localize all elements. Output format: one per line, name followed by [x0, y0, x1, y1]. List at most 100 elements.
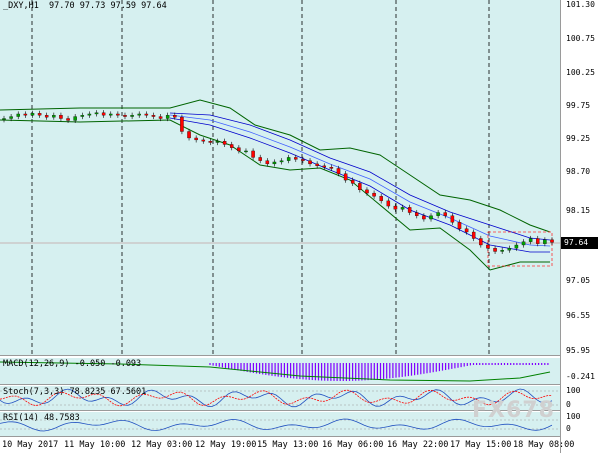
- candle-body: [23, 113, 28, 116]
- time-label: 17 May 15:00: [450, 440, 512, 450]
- candle-body: [521, 241, 526, 246]
- price-tick: 99.75: [566, 101, 591, 110]
- candle-body: [66, 118, 70, 121]
- candle-body: [322, 165, 327, 168]
- candle-body: [208, 141, 213, 143]
- candle-body: [158, 116, 163, 119]
- candle-body: [279, 160, 284, 163]
- time-label: 12 May 03:00: [131, 440, 193, 450]
- candle-body: [52, 115, 56, 118]
- stoch-scale-bottom: 0: [566, 400, 571, 409]
- candle-body: [386, 200, 391, 207]
- time-label: 16 May 22:00: [387, 440, 449, 450]
- candle-body: [336, 168, 341, 174]
- candle-body: [87, 113, 92, 116]
- candle-body: [123, 115, 127, 117]
- time-label: 15 May 13:00: [257, 440, 319, 450]
- candle-body: [194, 137, 198, 141]
- candle-body: [144, 113, 149, 116]
- candle-body: [59, 115, 63, 119]
- candle-body: [30, 113, 35, 116]
- candle-body: [422, 215, 426, 220]
- candle-body: [16, 113, 20, 117]
- stoch-label: Stoch(7,3,3) 78.8235 67.5601: [3, 387, 147, 397]
- candle-body: [294, 157, 298, 160]
- candle-body: [201, 139, 206, 142]
- price-chart-pane[interactable]: _DXY,H1 97.70 97.73 97.59 97.64: [0, 0, 560, 356]
- candle-body: [393, 205, 398, 210]
- candle-body: [315, 163, 319, 167]
- price-box-upper: [487, 231, 553, 267]
- candle-body: [528, 238, 533, 242]
- fx678-watermark: FX678: [472, 398, 555, 423]
- candle-body: [251, 150, 255, 158]
- rsi-scale-bottom: 0: [566, 424, 571, 433]
- candle-body: [407, 207, 412, 213]
- candle-body: [73, 116, 77, 121]
- price-tick: 101.30: [566, 0, 595, 9]
- candle-body: [237, 147, 241, 152]
- stoch-scale-top: 100: [566, 386, 581, 395]
- candle-body: [130, 115, 134, 117]
- candle-body: [343, 173, 348, 181]
- candle-body: [137, 113, 141, 116]
- candle-body: [80, 115, 85, 117]
- candle-body: [329, 166, 334, 169]
- candle-body: [286, 157, 291, 161]
- macd-label: MACD(12,26,9) -0.050 -0.093: [3, 359, 142, 369]
- candle-body: [471, 231, 476, 239]
- vertical-grid: [31, 0, 490, 355]
- rsi-label: RSI(14) 48.7583: [3, 413, 80, 423]
- trading-terminal: _DXY,H1 97.70 97.73 97.59 97.64 MACD(12,…: [0, 0, 599, 453]
- candle-body: [151, 115, 156, 117]
- candle-body: [187, 131, 191, 139]
- candle-body: [2, 118, 6, 120]
- candle-body: [493, 248, 497, 252]
- macd-pane[interactable]: MACD(12,26,9) -0.050 -0.093: [0, 358, 560, 385]
- candle-body: [479, 238, 483, 246]
- candle-body: [265, 160, 270, 165]
- candle-body: [258, 157, 262, 161]
- candle-body: [350, 179, 355, 184]
- candle-body: [180, 117, 184, 132]
- time-label: 18 May 08:00: [513, 440, 575, 450]
- candle-body: [165, 115, 170, 119]
- time-label: 11 May 10:00: [64, 440, 126, 450]
- candle-body: [415, 212, 419, 216]
- price-tick: 99.25: [566, 134, 591, 143]
- symbol-label: _DXY,H1 97.70 97.73 97.59 97.64: [3, 1, 167, 11]
- candle-body: [44, 115, 49, 118]
- candle-body: [486, 244, 490, 249]
- candle-body: [464, 228, 469, 233]
- candle-body: [400, 207, 405, 210]
- candle-body: [379, 196, 383, 202]
- candle-body: [94, 112, 99, 115]
- price-tick: 95.95: [566, 346, 591, 355]
- candle-body: [543, 239, 547, 244]
- time-label: 10 May 2017: [2, 440, 59, 450]
- bollinger-lower-band: [0, 119, 550, 271]
- price-chart-svg: [0, 0, 560, 355]
- candle-body: [500, 250, 504, 252]
- candle-body: [244, 150, 248, 153]
- candle-body: [215, 141, 220, 143]
- candle-body: [536, 238, 540, 244]
- time-label: 12 May 19:00: [195, 440, 257, 450]
- candle-body: [514, 244, 519, 249]
- candle-body: [109, 113, 113, 116]
- price-tick: 98.15: [566, 206, 591, 215]
- candle-body: [272, 161, 277, 165]
- candle-body: [101, 112, 106, 116]
- candle-body: [9, 116, 13, 119]
- candle-body: [229, 144, 234, 148]
- candle-body: [507, 248, 512, 251]
- price-tick: 98.70: [566, 167, 591, 176]
- candle-body: [116, 113, 120, 116]
- candle-body: [173, 115, 177, 118]
- candle-body: [358, 183, 362, 191]
- candle-body: [365, 189, 369, 194]
- price-tick: 100.75: [566, 34, 595, 43]
- candle-body: [222, 141, 227, 145]
- candle-body: [372, 192, 376, 197]
- candle-body: [457, 222, 462, 229]
